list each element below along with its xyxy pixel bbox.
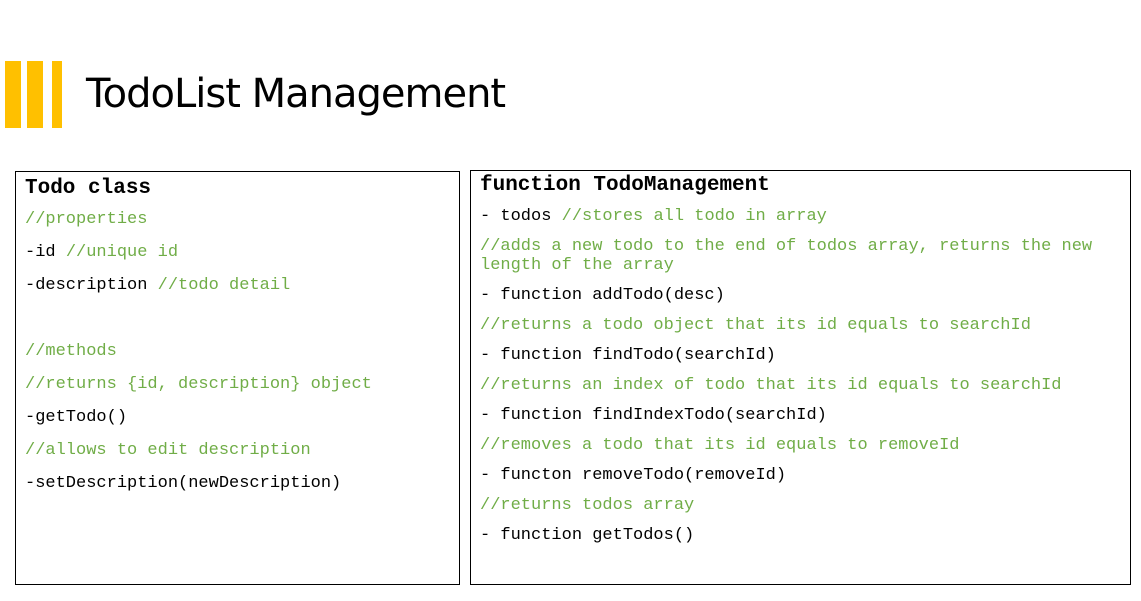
todo-class-line: //allows to edit description (25, 441, 451, 460)
todo-management-code-text: - function addTodo(desc) (480, 286, 725, 305)
todo-management-inline-comment: //stores all todo in array (561, 207, 827, 226)
todo-management-box: function TodoManagement - todos //stores… (470, 170, 1131, 585)
todo-management-heading: function TodoManagement (480, 174, 770, 197)
todo-management-comment-text: //returns a todo object that its id equa… (480, 316, 1031, 335)
todo-class-line: -description //todo detail (25, 276, 451, 295)
todo-management-line: - function findIndexTodo(searchId) (480, 406, 1122, 425)
todo-class-line: //properties (25, 210, 451, 229)
todo-management-comment-text: //returns an index of todo that its id e… (480, 376, 1062, 395)
todo-management-line: - functon removeTodo(removeId) (480, 466, 1122, 485)
todo-management-lines: - todos //stores all todo in array //adds… (480, 207, 1122, 545)
todo-management-code-text: - functon removeTodo(removeId) (480, 466, 787, 485)
todo-management-comment-text: //returns todos array (480, 496, 695, 515)
todo-class-line: //returns {id, description} object (25, 375, 451, 394)
todo-class-comment-text: //properties (25, 210, 148, 229)
todo-management-line: //returns a todo object that its id equa… (480, 316, 1122, 335)
todo-class-heading: Todo class (25, 177, 152, 200)
todo-management-line: //returns an index of todo that its id e… (480, 376, 1122, 395)
todo-class-code-text: -getTodo() (25, 408, 128, 427)
todo-class-code-text: -setDescription(newDescription) (25, 474, 342, 493)
todo-management-code-text: - todos (480, 207, 562, 226)
todo-class-box: Todo class //properties -id //unique id -d… (15, 171, 460, 585)
todo-class-line: //methods (25, 342, 451, 361)
todo-class-inline-comment: //unique id (65, 243, 179, 262)
todo-class-inline-comment: //todo detail (157, 276, 291, 295)
todo-class-code-text: -id (25, 243, 66, 262)
todo-management-line: - function findTodo(searchId) (480, 346, 1122, 365)
todo-class-line: -setDescription(newDescription) (25, 474, 451, 493)
todo-class-comment-text: //allows to edit description (25, 441, 311, 460)
todo-management-code-text: - function getTodos() (480, 526, 695, 545)
todo-class-comment-text: //methods (25, 342, 117, 361)
accent-bar-1 (5, 61, 21, 128)
accent-bar-2 (27, 61, 43, 128)
todo-management-line: //adds a new todo to the end of todos ar… (480, 237, 1122, 275)
slide-title: TodoList Management (86, 71, 506, 117)
todo-management-line: - function addTodo(desc) (480, 286, 1122, 305)
todo-class-lines: //properties -id //unique id -description … (25, 210, 451, 493)
todo-class-line: -getTodo() (25, 408, 451, 427)
todo-management-line: - function getTodos() (480, 526, 1122, 545)
todo-management-code-text: - function findIndexTodo(searchId) (480, 406, 827, 425)
accent-bars (5, 61, 63, 128)
todo-management-comment-text: //adds a new todo to the end of todos ar… (480, 237, 1103, 275)
todo-management-line: //returns todos array (480, 496, 1122, 515)
todo-management-code-text: - function findTodo(searchId) (480, 346, 776, 365)
todo-class-line: -id //unique id (25, 243, 451, 262)
todo-management-comment-text: //removes a todo that its id equals to r… (480, 436, 960, 455)
accent-bar-3 (52, 61, 62, 128)
todo-management-line: //removes a todo that its id equals to r… (480, 436, 1122, 455)
todo-class-spacer (25, 309, 451, 342)
todo-management-line: - todos //stores all todo in array (480, 207, 1122, 226)
todo-class-comment-text: //returns {id, description} object (25, 375, 372, 394)
todo-class-code-text: -description (25, 276, 158, 295)
